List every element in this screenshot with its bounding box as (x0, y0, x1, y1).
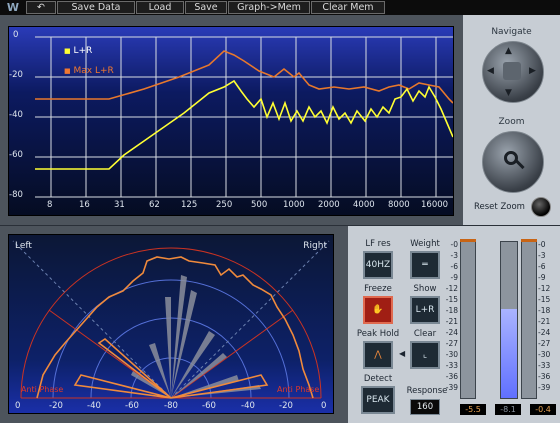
reset-zoom-label: Reset Zoom (474, 202, 525, 212)
weight-button[interactable]: ═ (410, 251, 440, 279)
load-button[interactable]: Load (136, 1, 184, 14)
save-data-button[interactable]: Save Data (57, 1, 135, 14)
arrow-up-icon[interactable]: ▲ (505, 46, 512, 56)
save-button[interactable]: Save (185, 1, 227, 14)
hand-icon: ✋ (372, 305, 384, 315)
arrow-left-icon[interactable]: ◀ (487, 66, 494, 76)
y-tick-label: 0 (13, 30, 19, 40)
phase-x-tick: -40 (241, 401, 255, 411)
meter-left (460, 241, 476, 399)
meter-right (521, 241, 537, 399)
y-tick-label: -40 (9, 110, 23, 120)
arrow-right-icon[interactable]: ▶ (529, 66, 536, 76)
phase-x-tick: 0 (15, 401, 21, 411)
response-value[interactable]: 160 (410, 399, 440, 415)
arrow-down-icon[interactable]: ▼ (505, 88, 512, 98)
x-tick-label: 16 (79, 200, 90, 210)
show-button[interactable]: L+R (410, 296, 440, 324)
meter-left-value: -5.5 (460, 404, 486, 415)
controls-panel: LF res 40HZ Weight ═ Freeze ✋ Show L+R P… (348, 226, 560, 423)
phase-x-tick: -80 (164, 401, 178, 411)
y-tick-label: -20 (9, 70, 23, 80)
meter-scale-right: -0 -3 -6 -9 -12 -15 -18 -21 -24 -27 -30 -33 -36 -39 (538, 240, 551, 392)
x-tick-label: 125 (181, 200, 198, 210)
magnifier-handle (515, 159, 525, 170)
anti-phase-left-label: Anti Phase (21, 385, 64, 394)
x-tick-label: 1000 (283, 200, 305, 210)
peak-hold-icon: ⋀ (374, 350, 382, 360)
reset-zoom-button[interactable] (531, 197, 551, 217)
y-tick-label: -80 (9, 190, 23, 200)
x-tick-label: 62 (149, 200, 160, 210)
phase-x-tick: -60 (125, 401, 139, 411)
phase-x-tick: 0 (321, 401, 327, 411)
x-tick-label: 16000 (421, 200, 449, 210)
spectrum-display[interactable]: 0 -20 -40 -60 -80 8 16 31 62 125 250 500… (8, 26, 454, 216)
undo-button[interactable]: ↶ (26, 1, 56, 14)
freeze-button[interactable]: ✋ (363, 296, 393, 324)
peak-hold-button[interactable]: ⋀ (363, 341, 393, 369)
detect-label: Detect (363, 374, 393, 384)
phase-x-tick: -20 (279, 401, 293, 411)
phase-display[interactable]: Left Right Anti Phase Anti Phase 0 -20 -… (8, 234, 334, 414)
left-label: Left (15, 241, 32, 251)
phase-x-tick: -40 (87, 401, 101, 411)
weight-icon: ═ (422, 260, 428, 270)
arrow-left-icon: ◀ (399, 349, 406, 358)
phase-x-tick: -60 (202, 401, 216, 411)
x-tick-label: 8000 (388, 200, 410, 210)
clear-icon: ⌞ (422, 350, 428, 360)
meter-right-peak (521, 239, 537, 242)
x-tick-label: 500 (251, 200, 268, 210)
meter-center (500, 241, 518, 399)
toolbar: W ↶ Save Data Load Save Graph->Mem Clear… (0, 0, 560, 15)
anti-phase-right-label: Anti Phase (277, 385, 320, 394)
lf-res-button[interactable]: 40HZ (363, 251, 393, 279)
meter-center-fill (501, 309, 517, 398)
navigate-zoom-panel: Navigate ▲ ▼ ◀ ▶ Zoom Reset Zoom (463, 15, 560, 225)
waves-logo: W (6, 1, 20, 14)
clear-mem-button[interactable]: Clear Mem (311, 1, 385, 14)
meter-center-value: -8.1 (495, 404, 521, 415)
legend-max-lr: ■ Max L+R (64, 66, 114, 76)
x-tick-label: 250 (216, 200, 233, 210)
x-tick-label: 2000 (318, 200, 340, 210)
x-tick-label: 31 (114, 200, 125, 210)
meter-left-peak (460, 239, 476, 242)
navigate-pad[interactable]: ▲ ▼ ◀ ▶ (482, 41, 544, 103)
move-icon (503, 62, 521, 80)
x-tick-label: 8 (47, 200, 53, 210)
legend-lr: ■ L+R (64, 46, 93, 56)
right-label: Right (303, 241, 327, 251)
x-tick-label: 4000 (353, 200, 375, 210)
meter-right-value: -0.4 (530, 404, 556, 415)
detect-button[interactable]: PEAK (361, 386, 395, 414)
zoom-pad[interactable] (482, 131, 544, 193)
phase-x-tick: -20 (49, 401, 63, 411)
clear-button[interactable]: ⌞ (410, 341, 440, 369)
y-tick-label: -60 (9, 150, 23, 160)
zoom-title: Zoom (498, 117, 525, 127)
undo-icon: ↶ (37, 2, 45, 13)
meter-scale-left: -0 -3 -6 -9 -12 -15 -18 -21 -24 -27 -30 -33 -36 -39 (445, 240, 458, 392)
graph-to-mem-button[interactable]: Graph->Mem (228, 1, 310, 14)
navigate-title: Navigate (491, 27, 532, 37)
